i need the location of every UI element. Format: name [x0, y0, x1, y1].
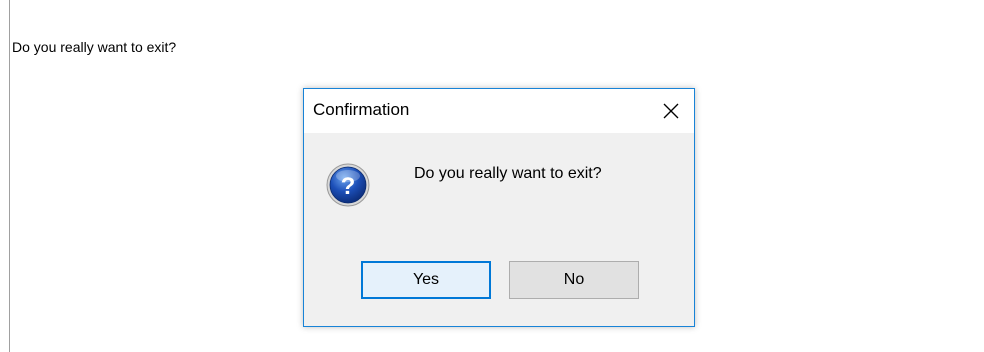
no-button[interactable]: No	[509, 261, 639, 299]
dialog-message: Do you really want to exit?	[414, 165, 602, 182]
dialog-titlebar[interactable]: Confirmation	[304, 89, 694, 133]
close-icon	[663, 103, 679, 119]
yes-button[interactable]: Yes	[361, 261, 491, 299]
confirmation-dialog: Confirmation ? Do you really want to exi…	[303, 88, 695, 327]
background-prompt-text: Do you really want to exit?	[12, 39, 177, 55]
question-icon: ?	[326, 163, 370, 207]
svg-text:?: ?	[341, 173, 356, 200]
dialog-title: Confirmation	[313, 100, 410, 119]
close-button[interactable]	[648, 89, 694, 133]
page: Do you really want to exit? Confirmation	[0, 0, 984, 352]
window-left-border	[9, 0, 10, 352]
